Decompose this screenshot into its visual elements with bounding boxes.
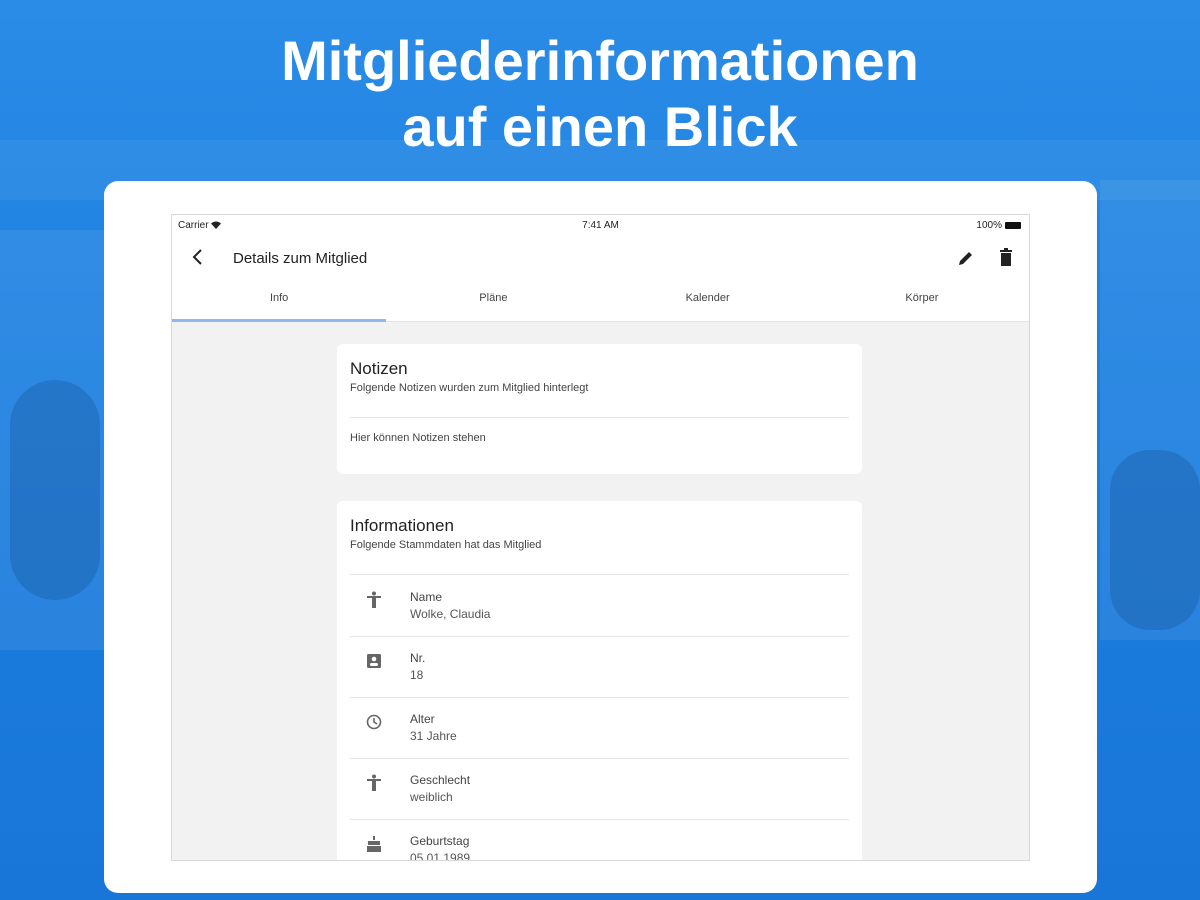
battery-percent: 100% <box>976 220 1002 231</box>
page-title: Details zum Mitglied <box>233 250 368 267</box>
person-icon <box>367 774 381 791</box>
info-title: Informationen <box>350 516 454 535</box>
pencil-icon[interactable] <box>956 248 976 268</box>
row-value: Wolke, Claudia <box>410 607 491 621</box>
headline-line-2: auf einen Blick <box>402 95 798 158</box>
status-bar: Carrier 7:41 AM 100% <box>172 215 1029 237</box>
notes-title: Notizen <box>350 359 408 378</box>
info-row-gender: Geschlecht weiblich <box>350 758 849 820</box>
info-card: Informationen Folgende Stammdaten hat da… <box>337 501 862 861</box>
info-row-age: Alter 31 Jahre <box>350 697 849 759</box>
promo-headline: Mitgliederinformationen auf einen Blick <box>0 28 1200 160</box>
row-value: 31 Jahre <box>410 729 457 743</box>
background-bike <box>10 380 100 600</box>
person-icon <box>367 591 381 608</box>
app-bar: Details zum Mitglied <box>172 237 1029 279</box>
notes-divider <box>350 417 849 418</box>
tab-bar: Info Pläne Kalender Körper <box>172 279 1029 322</box>
row-label: Nr. <box>410 651 426 665</box>
info-subtitle: Folgende Stammdaten hat das Mitglied <box>350 539 542 551</box>
tab-info[interactable]: Info <box>172 279 387 322</box>
info-row-number: Nr. 18 <box>350 636 849 698</box>
background-machine <box>1110 450 1200 630</box>
row-value: 05.01.1989 <box>410 851 471 861</box>
info-row-birthday: Geburtstag 05.01.1989 <box>350 819 849 861</box>
tab-koerper[interactable]: Körper <box>815 279 1029 321</box>
row-label: Geschlecht <box>410 773 471 787</box>
battery-icon <box>1005 222 1021 229</box>
tab-kalender[interactable]: Kalender <box>601 279 815 321</box>
row-value: 18 <box>410 668 424 682</box>
notes-card: Notizen Folgende Notizen wurden zum Mitg… <box>337 344 862 474</box>
notes-text: Hier können Notizen stehen <box>350 432 486 444</box>
cake-icon <box>367 836 381 852</box>
app-screen: Carrier 7:41 AM 100% Details zum Mitglie… <box>171 214 1030 861</box>
status-time: 7:41 AM <box>582 220 619 231</box>
history-clock-icon <box>366 714 382 730</box>
notes-subtitle: Folgende Notizen wurden zum Mitglied hin… <box>350 382 589 394</box>
row-value: weiblich <box>410 790 453 804</box>
headline-line-1: Mitgliederinformationen <box>281 29 919 92</box>
contact-card-icon <box>367 654 381 668</box>
row-label: Geburtstag <box>410 834 470 848</box>
trash-icon[interactable] <box>997 248 1015 268</box>
row-label: Alter <box>410 712 435 726</box>
tab-plaene[interactable]: Pläne <box>386 279 600 321</box>
chevron-left-icon[interactable] <box>188 247 208 267</box>
status-battery: 100% <box>976 220 1021 231</box>
row-label: Name <box>410 590 443 604</box>
info-row-name: Name Wolke, Claudia <box>350 575 849 637</box>
